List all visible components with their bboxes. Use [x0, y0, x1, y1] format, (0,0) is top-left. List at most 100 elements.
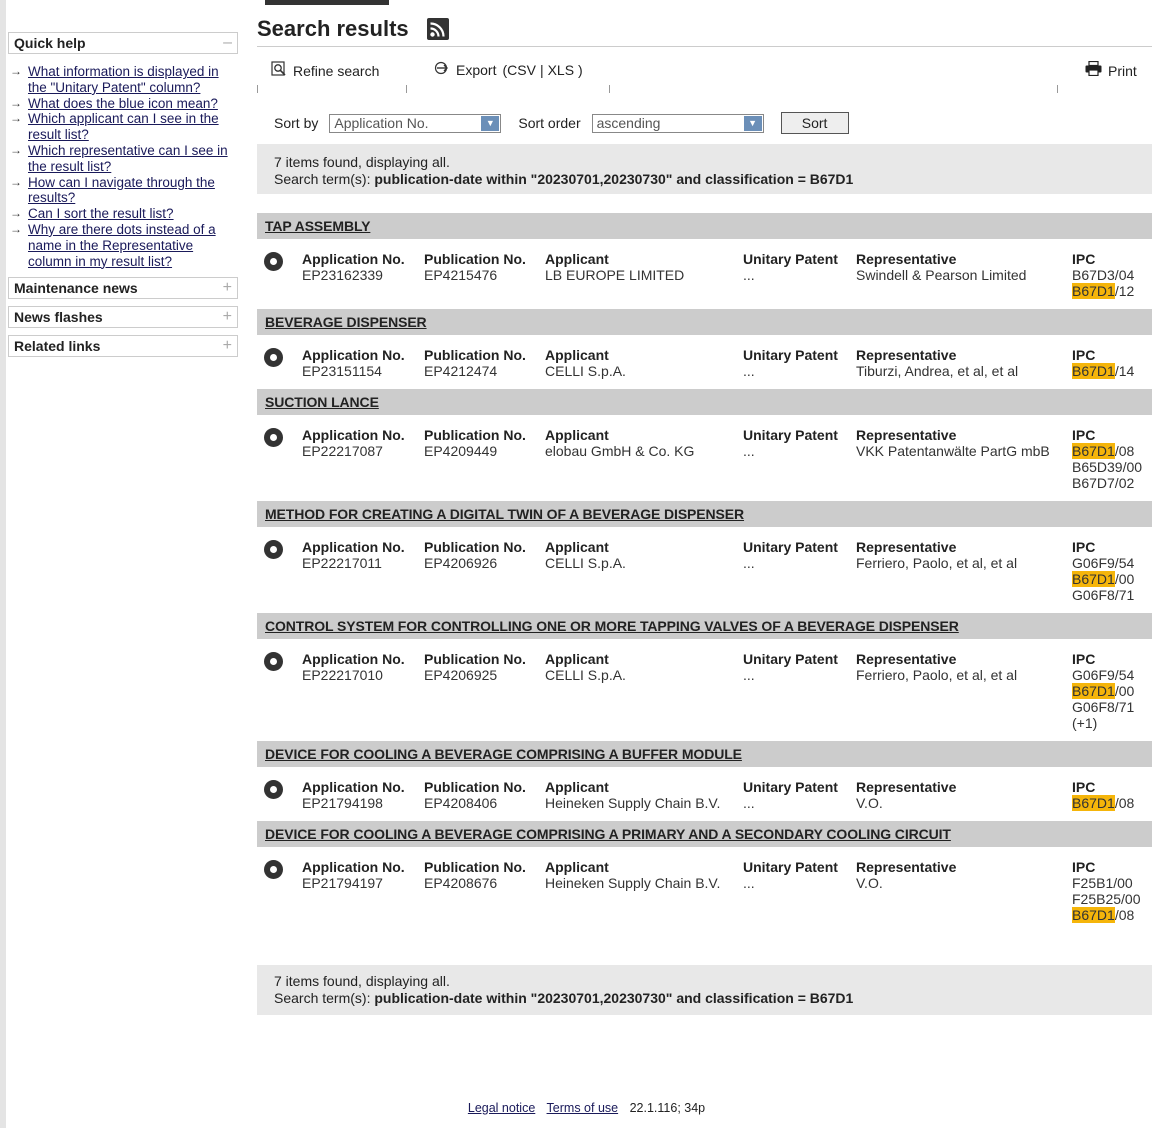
select-radio-icon[interactable]: [264, 780, 283, 799]
result-body: Application No. EP22217010 Publication No.…: [257, 639, 1152, 741]
arrow-right-icon: →: [10, 174, 22, 189]
refine-search-icon: [271, 61, 287, 81]
help-item[interactable]: → Which applicant can I see in the result…: [10, 111, 238, 143]
col-value: EP22217010: [302, 667, 383, 683]
export-xls-link[interactable]: XLS: [548, 62, 574, 78]
legal-notice-link[interactable]: Legal notice: [468, 1101, 535, 1115]
help-item[interactable]: → How can I navigate through the results?: [10, 175, 238, 207]
select-radio-icon[interactable]: [264, 252, 283, 271]
quick-help-panel: Quick help –: [8, 32, 238, 54]
select-radio-icon[interactable]: [264, 652, 283, 671]
ipc-code: B67D1/08: [1072, 907, 1141, 923]
col-rep: Representative Tiburzi, Andrea, et al, et…: [856, 347, 1018, 379]
select-radio-icon[interactable]: [264, 540, 283, 559]
help-item[interactable]: → What does the blue icon mean?: [10, 96, 238, 112]
select-radio-icon[interactable]: [264, 428, 283, 447]
col-header: Applicant: [545, 347, 609, 363]
ipc-code: G06F9/54: [1072, 555, 1134, 571]
arrow-right-icon: →: [10, 206, 22, 221]
result-title-link[interactable]: METHOD FOR CREATING A DIGITAL TWIN OF A …: [265, 506, 744, 522]
col-value: EP4209449: [424, 443, 498, 459]
col-unitary: Unitary Patent...: [743, 651, 838, 683]
sort-button[interactable]: Sort: [780, 112, 849, 134]
help-link[interactable]: Why are there dots instead of a name in …: [28, 222, 238, 269]
ipc-code-text: B67D3/04: [1072, 267, 1135, 283]
col-value: V.O.: [856, 795, 883, 811]
result-title-link[interactable]: BEVERAGE DISPENSER: [265, 314, 427, 330]
sort-by-select[interactable]: Application No. ▼: [329, 113, 502, 133]
related-links-header[interactable]: Related links +: [9, 336, 237, 357]
result-title-link[interactable]: TAP ASSEMBLY: [265, 218, 370, 234]
chevron-down-icon[interactable]: ▼: [481, 115, 500, 131]
terms-of-use-link[interactable]: Terms of use: [547, 1101, 619, 1115]
result-body: Application No. EP21794197 Publication No.…: [257, 847, 1152, 933]
related-links-title: Related links: [14, 338, 101, 355]
related-links-panel[interactable]: Related links +: [8, 335, 238, 358]
help-link[interactable]: What information is displayed in the "Un…: [28, 64, 238, 96]
col-app: Application No. EP22217010: [302, 651, 405, 683]
collapse-icon[interactable]: –: [223, 34, 232, 52]
col-header: Publication No.: [424, 251, 526, 267]
search-terms-value: publication-date within "20230701,202307…: [374, 990, 854, 1006]
help-link[interactable]: Which representative can I see in the re…: [28, 143, 238, 175]
result-item: TAP ASSEMBLY Application No. EP23162339 Pub…: [257, 213, 1152, 309]
chevron-down-icon[interactable]: ▼: [743, 115, 762, 131]
select-radio-icon[interactable]: [264, 860, 283, 879]
maintenance-news-header[interactable]: Maintenance news +: [9, 278, 237, 299]
refine-search-button[interactable]: Refine search: [271, 61, 379, 81]
sort-order-select[interactable]: ascending ▼: [591, 113, 764, 133]
search-terms-line: Search term(s): publication-date within …: [274, 990, 1135, 1007]
help-item[interactable]: → Why are there dots instead of a name in…: [10, 222, 238, 269]
col-value: ...: [743, 443, 755, 459]
result-item: SUCTION LANCE Application No. EP22217087 Pu…: [257, 389, 1152, 501]
sort-order-value: ascending: [596, 115, 661, 131]
col-header: Unitary Patent: [743, 779, 838, 795]
ipc-code-suffix: /00: [1114, 571, 1135, 587]
help-link[interactable]: How can I navigate through the results?: [28, 175, 238, 207]
col-header: Applicant: [545, 251, 609, 267]
col-pub: Publication No. EP4212474: [424, 347, 526, 379]
result-title-link[interactable]: SUCTION LANCE: [265, 394, 379, 410]
col-header: Applicant: [545, 427, 609, 443]
help-link[interactable]: What does the blue icon mean?: [28, 96, 218, 112]
export-csv-link[interactable]: CSV: [507, 62, 536, 78]
expand-icon[interactable]: +: [223, 308, 232, 326]
results-summary-bottom: 7 items found, displaying all. Search te…: [257, 965, 1152, 1015]
result-title-link[interactable]: DEVICE FOR COOLING A BEVERAGE COMPRISING…: [265, 746, 742, 762]
news-flashes-header[interactable]: News flashes +: [9, 307, 237, 328]
col-value: Ferriero, Paolo, et al, et al: [856, 667, 1018, 683]
col-ipc: IPC G06F9/54 B67D1/00 G06F8/71: [1072, 539, 1134, 603]
col-value: EP21794197: [302, 875, 383, 891]
quick-help-header[interactable]: Quick help –: [9, 33, 237, 53]
col-unitary: Unitary Patent...: [743, 779, 838, 811]
search-terms-label: Search term(s):: [274, 171, 371, 187]
help-link[interactable]: Which applicant can I see in the result …: [28, 111, 238, 143]
col-header: Unitary Patent: [743, 347, 838, 363]
col-header: IPC: [1072, 859, 1096, 875]
select-radio-icon[interactable]: [264, 348, 283, 367]
rss-icon[interactable]: [426, 18, 449, 40]
maintenance-news-panel[interactable]: Maintenance news +: [8, 277, 238, 300]
help-link[interactable]: Can I sort the result list?: [28, 206, 174, 222]
col-unitary: Unitary Patent...: [743, 251, 838, 283]
ipc-code-text: (+1): [1072, 715, 1098, 731]
help-item[interactable]: → Can I sort the result list?: [10, 206, 238, 222]
expand-icon[interactable]: +: [223, 279, 232, 297]
result-body: Application No. EP23162339 Publication No.…: [257, 239, 1152, 309]
col-header: Publication No.: [424, 427, 526, 443]
sort-by-value: Application No.: [334, 115, 429, 131]
print-button[interactable]: Print: [1085, 60, 1137, 80]
result-body: Application No. EP22217011 Publication No.…: [257, 527, 1152, 613]
expand-icon[interactable]: +: [223, 337, 232, 355]
news-flashes-panel[interactable]: News flashes +: [8, 306, 238, 329]
result-title-link[interactable]: CONTROL SYSTEM FOR CONTROLLING ONE OR MO…: [265, 618, 959, 634]
help-item[interactable]: → Which representative can I see in the r…: [10, 143, 238, 175]
result-item: DEVICE FOR COOLING A BEVERAGE COMPRISING…: [257, 821, 1152, 933]
col-value: ...: [743, 667, 755, 683]
quick-help-list: → What information is displayed in the "U…: [8, 64, 238, 269]
result-title-link[interactable]: DEVICE FOR COOLING A BEVERAGE COMPRISING…: [265, 826, 951, 842]
col-value: LB EUROPE LIMITED: [545, 267, 685, 283]
col-header: Application No.: [302, 859, 405, 875]
col-ipc: IPC B67D1/08: [1072, 779, 1134, 811]
help-item[interactable]: → What information is displayed in the "U…: [10, 64, 238, 96]
